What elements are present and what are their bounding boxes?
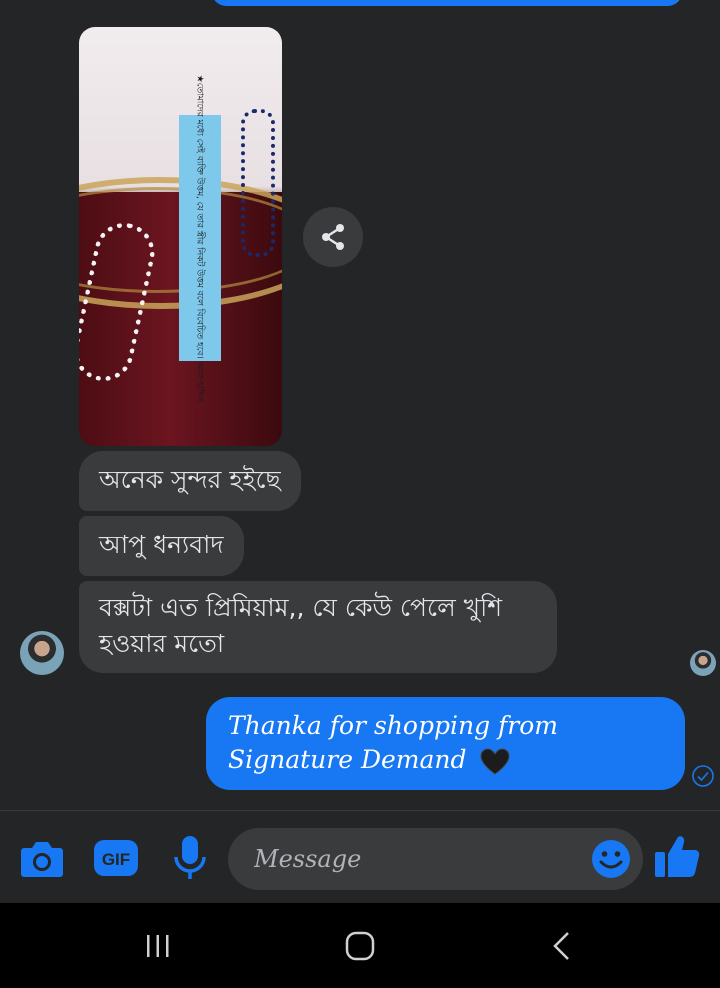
voice-message-button[interactable] bbox=[170, 834, 210, 882]
camera-icon bbox=[21, 842, 63, 877]
sender-avatar[interactable] bbox=[20, 631, 64, 675]
gif-icon: GIF bbox=[94, 840, 138, 876]
message-input[interactable] bbox=[228, 828, 643, 890]
composer-divider bbox=[0, 810, 720, 811]
photo-card-text: ★তোমাদের মধ্যে সেই ব্যক্তি উত্তম, যে তার… bbox=[194, 74, 205, 402]
share-icon bbox=[322, 224, 344, 250]
seen-check-icon bbox=[692, 765, 714, 787]
black-heart-emoji bbox=[480, 747, 510, 775]
photo-quote-card: ★তোমাদের মধ্যে সেই ব্যক্তি উত্তম, যে তার… bbox=[179, 74, 221, 402]
emoji-icon bbox=[592, 840, 630, 878]
outgoing-message[interactable]: Thanka for shopping from Signature Deman… bbox=[206, 697, 685, 790]
photo-dark-beads bbox=[241, 109, 275, 257]
gif-button[interactable]: GIF bbox=[94, 838, 138, 878]
incoming-message[interactable]: বক্সটা এত প্রিমিয়াম,, যে কেউ পেলে খুশি … bbox=[79, 581, 557, 673]
read-receipt-avatar bbox=[690, 650, 716, 676]
previous-outgoing-bubble bbox=[212, 0, 682, 6]
microphone-icon bbox=[174, 836, 206, 879]
home-icon bbox=[345, 931, 375, 960]
share-button[interactable] bbox=[303, 207, 363, 267]
incoming-message[interactable]: অনেক সুন্দর হইছে bbox=[79, 451, 301, 511]
emoji-button[interactable] bbox=[590, 838, 632, 880]
back-button[interactable] bbox=[532, 918, 592, 973]
gif-label: GIF bbox=[102, 850, 130, 869]
recent-apps-icon bbox=[147, 934, 169, 957]
recent-apps-button[interactable] bbox=[128, 918, 188, 973]
back-icon bbox=[553, 931, 569, 960]
thumbs-up-icon bbox=[655, 836, 700, 877]
incoming-message[interactable]: আপু ধন্যবাদ bbox=[79, 516, 244, 576]
camera-button[interactable] bbox=[20, 836, 64, 880]
like-button[interactable] bbox=[652, 832, 702, 880]
shared-photo[interactable]: ★তোমাদের মধ্যে সেই ব্যক্তি উত্তম, যে তার… bbox=[79, 27, 282, 446]
home-button[interactable] bbox=[330, 918, 390, 973]
